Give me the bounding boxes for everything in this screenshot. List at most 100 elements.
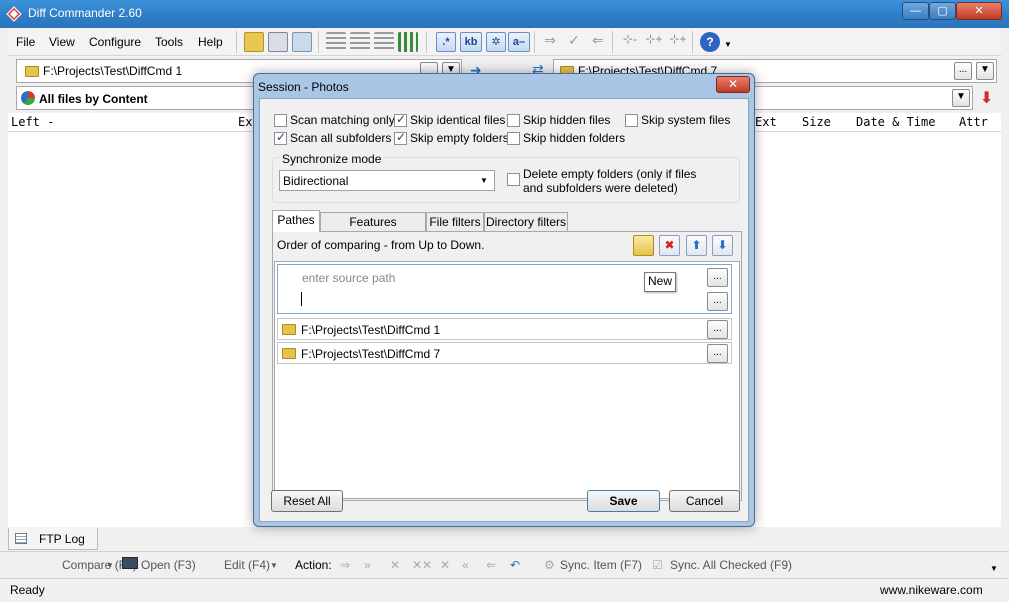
sync-mode-select[interactable]: Bidirectional ▼ bbox=[279, 170, 495, 191]
save-button[interactable]: Save bbox=[587, 490, 660, 512]
tree-icon[interactable] bbox=[398, 32, 418, 52]
tab-file-filters[interactable]: File filters bbox=[426, 212, 484, 232]
order-text: Order of comparing - from Up to Down. bbox=[277, 238, 485, 252]
skip-system-files-checkbox[interactable] bbox=[625, 114, 638, 127]
tab-ftp-log[interactable]: FTP Log bbox=[8, 528, 98, 550]
close-icon: ✕ bbox=[727, 77, 739, 91]
collapse-icon: ⊹- bbox=[622, 32, 638, 46]
new-path-button[interactable] bbox=[633, 235, 654, 256]
skip-hidden-folders-checkbox[interactable] bbox=[507, 132, 520, 145]
toolbar-separator bbox=[236, 31, 237, 53]
move-down-button[interactable]: ⬇ bbox=[712, 235, 733, 256]
title-bar bbox=[0, 0, 1009, 28]
copy-left-icon: ⇐ bbox=[592, 32, 604, 48]
sync-right-icon: ⇒ bbox=[340, 558, 351, 572]
regex-toggle[interactable]: .* bbox=[436, 32, 456, 52]
help-icon[interactable]: ? bbox=[700, 32, 720, 52]
path-list: enter source path ... ... New F:\Project… bbox=[274, 261, 740, 499]
menu-bar: File View Configure Tools Help .* kb ✲ a… bbox=[8, 28, 1001, 56]
column-left[interactable]: Left - bbox=[11, 115, 54, 129]
close-button[interactable]: ✕ bbox=[956, 2, 1002, 20]
folder-icon bbox=[282, 348, 296, 359]
column-size[interactable]: Size bbox=[802, 115, 831, 129]
minimize-icon: — bbox=[910, 5, 921, 17]
monitor-icon[interactable] bbox=[292, 32, 312, 52]
column-ext-right[interactable]: Ext bbox=[755, 115, 777, 129]
menu-view[interactable]: View bbox=[49, 35, 75, 49]
skip-identical-checkbox[interactable] bbox=[394, 112, 407, 127]
delete-right-icon: ✕ bbox=[440, 558, 451, 572]
tab-directory-filters[interactable]: Directory filters bbox=[484, 212, 568, 232]
ascii-toggle[interactable]: a– bbox=[508, 32, 530, 52]
edit-button[interactable]: Edit (F4) bbox=[224, 558, 270, 572]
menu-help[interactable]: Help bbox=[198, 35, 223, 49]
move-up-button[interactable]: ⬆ bbox=[686, 235, 707, 256]
sync-left-check-icon: « bbox=[462, 558, 469, 572]
delete-empty-checkbox[interactable] bbox=[507, 173, 520, 186]
maximize-button[interactable]: ▢ bbox=[929, 2, 956, 20]
arrow-down-icon: ⬇ bbox=[717, 238, 728, 252]
menu-configure[interactable]: Configure bbox=[89, 35, 141, 49]
skip-hidden-folders-label: Skip hidden folders bbox=[523, 131, 626, 145]
list-icon[interactable] bbox=[326, 32, 346, 52]
down-arrow-icon[interactable]: ⬇ bbox=[980, 88, 993, 108]
skip-hidden-files-label: Skip hidden files bbox=[523, 113, 611, 127]
help-dropdown-icon[interactable]: ▼ bbox=[724, 40, 732, 49]
browse-path-button[interactable]: ... bbox=[707, 320, 728, 339]
skip-system-files-label: Skip system files bbox=[641, 113, 731, 127]
menu-file[interactable]: File bbox=[16, 35, 35, 49]
undo-icon[interactable]: ↶ bbox=[510, 558, 520, 572]
cancel-button[interactable]: Cancel bbox=[669, 490, 740, 512]
minimize-button[interactable]: — bbox=[902, 2, 929, 20]
path-row[interactable]: F:\Projects\Test\DiffCmd 1 ... bbox=[277, 318, 732, 340]
browse-target-button[interactable]: ... bbox=[707, 292, 728, 311]
scan-subfolders-label: Scan all subfolders bbox=[290, 131, 392, 145]
website-link[interactable]: www.nikeware.com bbox=[880, 583, 983, 597]
scan-matching-label: Scan matching only bbox=[290, 113, 395, 127]
session-dialog: Session - Photos ✕ Scan matching only Sk… bbox=[253, 73, 755, 527]
arrow-up-icon: ⬆ bbox=[691, 238, 702, 252]
ftp-log-label: FTP Log bbox=[39, 532, 85, 546]
list-add-icon[interactable] bbox=[374, 32, 394, 52]
source-path-input[interactable]: enter source path bbox=[302, 271, 395, 285]
delete-path-button[interactable]: ✖ bbox=[659, 235, 680, 256]
screen-icon[interactable] bbox=[268, 32, 288, 52]
tab-features-comparing[interactable]: Features comparing bbox=[320, 212, 426, 247]
tab-pathes[interactable]: Pathes bbox=[272, 210, 320, 232]
chevron-down-icon[interactable]: ▼ bbox=[270, 561, 278, 570]
list-remove-icon[interactable] bbox=[350, 32, 370, 52]
window-title: Diff Commander 2.60 bbox=[28, 6, 142, 20]
kb-toggle[interactable]: kb bbox=[460, 32, 482, 52]
toolbar-separator bbox=[612, 31, 613, 53]
delete-both-icon: ✕✕ bbox=[412, 558, 433, 572]
gear-toggle[interactable]: ✲ bbox=[486, 32, 506, 52]
sync-left-icon: ⇐ bbox=[486, 558, 497, 572]
delete-empty-label-1: Delete empty folders (only if files bbox=[523, 167, 697, 181]
reset-all-button[interactable]: Reset All bbox=[271, 490, 343, 512]
sync-mode-value: Bidirectional bbox=[283, 174, 349, 188]
maximize-icon: ▢ bbox=[937, 5, 948, 17]
scan-subfolders-checkbox[interactable] bbox=[274, 130, 287, 145]
browse-source-button[interactable]: ... bbox=[707, 268, 728, 287]
dialog-close-button[interactable]: ✕ bbox=[716, 76, 750, 93]
delete-left-icon: ✕ bbox=[390, 558, 401, 572]
sync-item-button[interactable]: Sync. Item (F7) bbox=[560, 558, 642, 572]
filter-dropdown[interactable]: ▼ bbox=[952, 89, 970, 107]
column-date[interactable]: Date & Time bbox=[856, 115, 935, 129]
right-path-dropdown[interactable]: ▼ bbox=[976, 62, 994, 80]
chevron-down-icon[interactable]: ▼ bbox=[106, 561, 114, 570]
expand-all-icon: ⊹+ bbox=[669, 32, 687, 46]
sync-mode-label: Synchronize mode bbox=[280, 152, 384, 166]
menu-tools[interactable]: Tools bbox=[155, 35, 183, 49]
open-button[interactable]: Open (F3) bbox=[141, 558, 196, 572]
chevron-down-icon[interactable]: ▼ bbox=[990, 564, 998, 573]
scan-matching-checkbox[interactable] bbox=[274, 114, 287, 127]
right-browse-button[interactable]: ... bbox=[954, 62, 972, 80]
sync-all-button[interactable]: Sync. All Checked (F9) bbox=[670, 558, 792, 572]
path-row[interactable]: F:\Projects\Test\DiffCmd 7 ... bbox=[277, 342, 732, 364]
browse-path-button[interactable]: ... bbox=[707, 344, 728, 363]
skip-empty-folders-checkbox[interactable] bbox=[394, 130, 407, 145]
open-session-icon[interactable] bbox=[244, 32, 264, 52]
column-attr[interactable]: Attr bbox=[959, 115, 988, 129]
skip-hidden-files-checkbox[interactable] bbox=[507, 114, 520, 127]
